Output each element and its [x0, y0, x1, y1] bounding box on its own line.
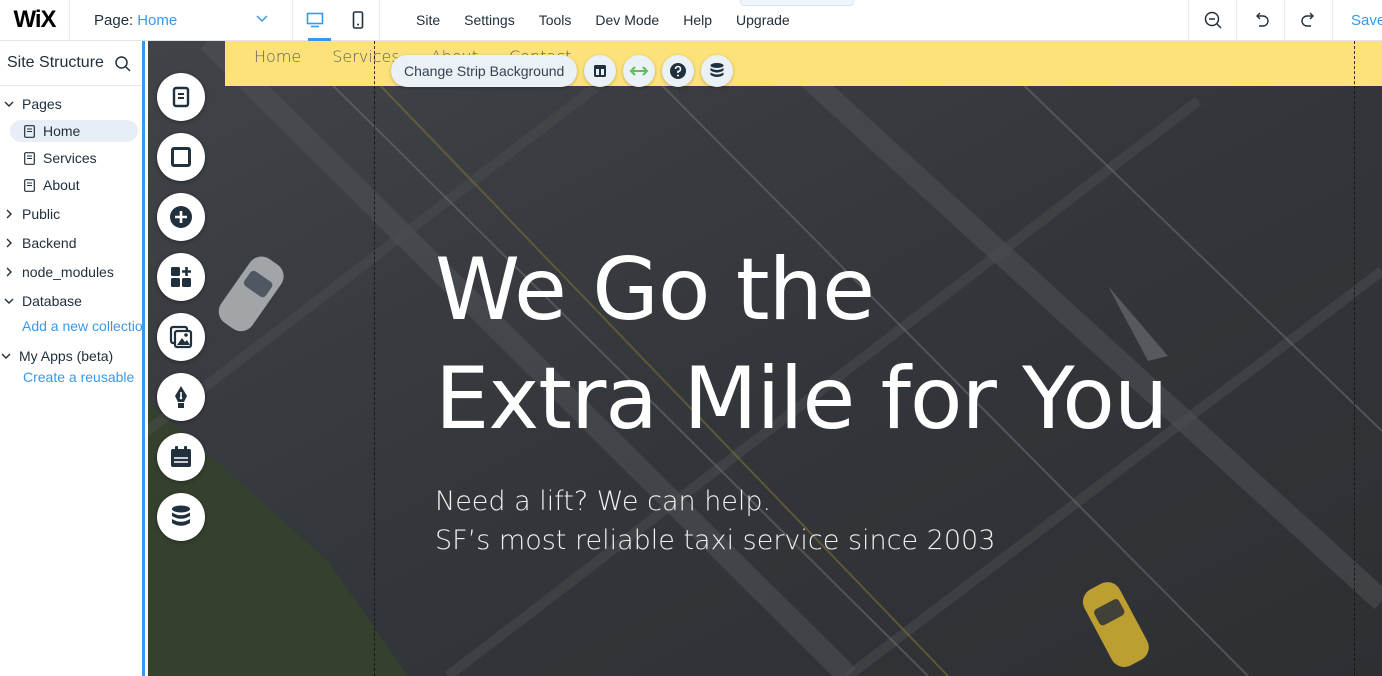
- stretch-button[interactable]: [623, 55, 656, 87]
- chevron-down-icon: [4, 101, 14, 107]
- tree-node-label: node_modules: [22, 264, 114, 280]
- page-icon: [24, 124, 35, 138]
- help-icon: [670, 63, 687, 79]
- right-gridline: [1354, 41, 1355, 676]
- app-market-icon: [171, 267, 191, 287]
- bookings-icon: [171, 446, 191, 467]
- page-item-home[interactable]: Home: [10, 120, 138, 142]
- hero-title-line2: Extra Mile for You: [435, 349, 1168, 449]
- media-manager-button[interactable]: [157, 313, 205, 361]
- menu-tools[interactable]: Tools: [527, 0, 584, 40]
- tree-node-label: Pages: [22, 96, 62, 112]
- zoom-out-icon: [1204, 11, 1222, 29]
- hero-title-line1: We Go the: [435, 240, 875, 340]
- database-button[interactable]: [157, 493, 205, 541]
- chevron-right-icon: [6, 267, 12, 277]
- menu-hover-hint: [740, 0, 854, 6]
- chevron-down-icon: [1, 353, 11, 359]
- strip-background-button[interactable]: [157, 133, 205, 181]
- connect-data-button[interactable]: [701, 55, 734, 87]
- site-structure-title: Site Structure: [7, 54, 104, 71]
- chevron-right-icon: [6, 209, 12, 219]
- stretch-arrows-icon: [629, 66, 649, 76]
- page-icon: [24, 178, 35, 192]
- menu-site[interactable]: Site: [404, 0, 452, 40]
- page-selector[interactable]: Page: Home: [70, 0, 293, 40]
- pen-icon: [175, 386, 187, 408]
- undo-icon: [1255, 12, 1269, 27]
- tree-node-label: Backend: [22, 235, 77, 251]
- chevron-down-icon: [256, 15, 268, 23]
- left-gridline: [374, 41, 375, 676]
- page-item-label: Home: [43, 123, 81, 139]
- page-item-label: About: [43, 177, 80, 193]
- mobile-icon: [352, 11, 363, 29]
- app-market-button[interactable]: [157, 253, 205, 301]
- top-right-actions: Save: [1188, 0, 1382, 40]
- database-icon: [710, 63, 724, 77]
- editor-canvas[interactable]: Home Services About Contact We Go the Ex…: [148, 41, 1382, 676]
- change-strip-background-button[interactable]: Change Strip Background: [391, 55, 578, 87]
- tree-node-database[interactable]: Database: [0, 289, 82, 313]
- media-icon: [169, 325, 193, 349]
- add-collection-link[interactable]: Add a new collection: [22, 318, 142, 334]
- menu-settings[interactable]: Settings: [452, 0, 527, 40]
- hero-subtitle[interactable]: Need a lift? We can help. SF’s most reli…: [435, 482, 995, 560]
- strip-toolbar: Change Strip Background: [391, 55, 740, 87]
- save-button[interactable]: Save: [1332, 0, 1382, 40]
- hero-subtitle-line1: Need a lift? We can help.: [435, 486, 772, 517]
- top-bar: WiX Page: Home Site Settings Tools Dev M…: [0, 0, 1382, 41]
- page-icon: [24, 151, 35, 165]
- page-selector-prefix: Page:: [94, 11, 134, 29]
- page-selector-value: Home: [137, 11, 178, 29]
- menu-upgrade[interactable]: Upgrade: [724, 0, 802, 40]
- undo-button[interactable]: [1236, 0, 1284, 40]
- mobile-view-button[interactable]: [336, 0, 379, 40]
- site-structure-header: Site Structure: [0, 41, 142, 86]
- bookings-button[interactable]: [157, 433, 205, 481]
- desktop-icon: [306, 12, 323, 28]
- main-menu: Site Settings Tools Dev Mode Help Upgrad…: [380, 0, 854, 40]
- tree-node-pages[interactable]: Pages: [0, 92, 62, 116]
- page-item-label: Services: [43, 150, 97, 166]
- device-switcher: [293, 0, 380, 41]
- hero-title[interactable]: We Go the Extra Mile for You: [435, 236, 1168, 454]
- tree-node-label: Database: [22, 293, 82, 309]
- add-icon: [170, 206, 192, 228]
- strip-icon: [171, 147, 191, 167]
- hero-subtitle-line2: SF’s most reliable taxi service since 20…: [435, 525, 996, 556]
- add-elements-button[interactable]: [157, 193, 205, 241]
- menu-dev-mode[interactable]: Dev Mode: [583, 0, 671, 40]
- database-icon: [172, 505, 190, 526]
- site-structure-panel: Site Structure Pages Home Services About…: [0, 41, 145, 676]
- tree-node-label: My Apps (beta): [19, 348, 114, 364]
- pages-icon: [172, 86, 190, 108]
- tree-node-backend[interactable]: Backend: [0, 231, 76, 255]
- nav-home[interactable]: Home: [254, 47, 301, 66]
- page-item-about[interactable]: About: [10, 174, 80, 196]
- tree-node-label: Public: [22, 206, 61, 222]
- layout-icon: [594, 65, 607, 77]
- help-button[interactable]: [662, 55, 695, 87]
- search-icon[interactable]: [114, 55, 132, 73]
- redo-icon: [1300, 12, 1314, 27]
- tree-node-public[interactable]: Public: [0, 202, 60, 226]
- pages-menu-button[interactable]: [157, 73, 205, 121]
- blog-button[interactable]: [157, 373, 205, 421]
- desktop-view-button[interactable]: [293, 0, 336, 41]
- nav-services[interactable]: Services: [332, 47, 399, 66]
- zoom-out-button[interactable]: [1188, 0, 1236, 40]
- page-item-services[interactable]: Services: [10, 147, 97, 169]
- create-reusable-link[interactable]: Create a reusable: [23, 369, 134, 385]
- tree-node-node-modules[interactable]: node_modules: [0, 260, 114, 284]
- menu-help[interactable]: Help: [671, 0, 724, 40]
- tree-node-my-apps[interactable]: My Apps (beta): [0, 344, 113, 368]
- layout-button[interactable]: [584, 55, 617, 87]
- wix-logo[interactable]: WiX: [0, 0, 70, 40]
- redo-button[interactable]: [1284, 0, 1332, 40]
- chevron-right-icon: [6, 238, 12, 248]
- chevron-down-icon: [4, 298, 14, 304]
